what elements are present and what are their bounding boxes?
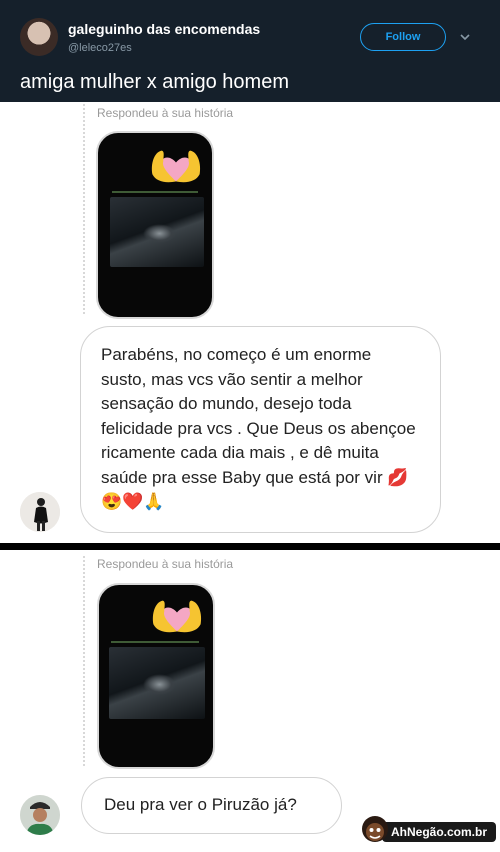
tweet-text: amiga mulher x amigo homem (20, 71, 289, 93)
author-handle[interactable]: @leleco27es (68, 42, 132, 54)
scan-header-bar (111, 641, 199, 643)
section-divider (0, 543, 500, 550)
story-reply-label: Respondeu à sua história (97, 557, 234, 571)
chevron-down-icon[interactable] (460, 32, 470, 42)
sender-avatar[interactable] (20, 795, 60, 835)
story-thumbnail[interactable] (96, 131, 214, 319)
tweet-header: galeguinho das encomendas @leleco27es Fo… (0, 0, 500, 102)
author-avatar[interactable] (20, 18, 58, 56)
watermark-text: AhNegão.com.br (382, 822, 496, 842)
message-text: Parabéns, no começo é um enorme susto, m… (101, 345, 416, 511)
story-thumbnail[interactable] (97, 583, 215, 769)
author-name[interactable]: galeguinho das encomendas (68, 21, 260, 37)
watermark-logo: AhNegão.com.br (358, 814, 498, 848)
ultrasound-image (110, 197, 204, 267)
message-bubble: Parabéns, no começo é um enorme susto, m… (80, 326, 441, 533)
message-bubble: Deu pra ver o Piruzão já? (81, 777, 342, 834)
story-reply-label: Respondeu à sua história (97, 106, 234, 120)
mascot-icon (362, 816, 388, 842)
woman-silhouette-icon (20, 492, 60, 532)
follow-button[interactable]: Follow (360, 23, 446, 51)
story-reply-line (83, 556, 85, 766)
heart-hands-icon (151, 150, 201, 183)
message-text: Deu pra ver o Piruzão já? (104, 795, 297, 814)
scan-header-bar (112, 191, 198, 193)
sender-avatar[interactable] (20, 492, 60, 532)
heart-hands-icon (152, 600, 202, 633)
story-reply-line (83, 104, 85, 314)
ultrasound-image (109, 647, 205, 719)
man-photo-icon (20, 795, 60, 835)
